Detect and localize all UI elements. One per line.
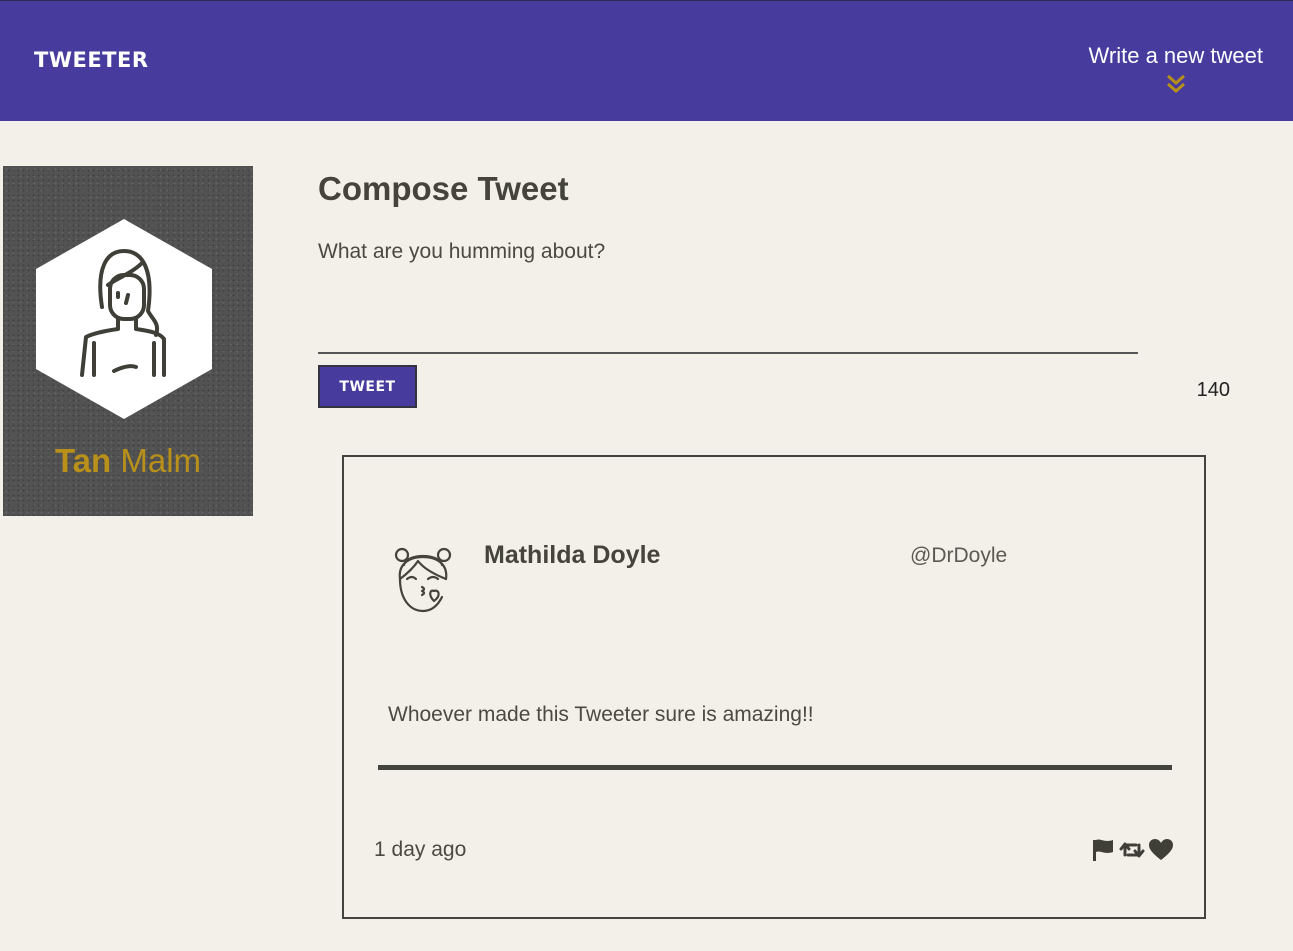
flag-icon[interactable] [1090,837,1116,863]
tweet-card: Mathilda Doyle @DrDoyle Whoever made thi… [342,455,1206,919]
profile-last-name: Malm [120,442,202,479]
profile-name: Tan Malm [3,442,253,480]
write-new-tweet-button[interactable]: Write a new tweet [1089,43,1263,95]
tweet-author-handle[interactable]: @DrDoyle [910,544,1007,568]
tweet-actions [1090,837,1174,863]
nav-bar: TWEETER Write a new tweet [0,0,1293,121]
user-avatar-icon [36,219,212,419]
write-new-tweet-label: Write a new tweet [1088,43,1263,68]
retweet-icon[interactable] [1119,837,1145,863]
brand-logo[interactable]: TWEETER [34,48,149,72]
tweet-content: Whoever made this Tweeter sure is amazin… [388,703,814,726]
tweet-text-input[interactable] [318,236,1138,354]
character-counter: 140 [1196,379,1230,401]
tweet-divider [378,765,1172,770]
profile-first-name: Tan [54,442,112,479]
profile-card: Tan Malm [3,166,253,516]
compose-title: Compose Tweet [318,170,569,207]
tweet-author-name[interactable]: Mathilda Doyle [484,541,660,570]
double-chevron-down-icon [1166,74,1185,93]
tweet-timestamp: 1 day ago [374,838,467,861]
kissing-face-avatar-icon [394,547,452,613]
tweet-submit-button[interactable]: TWEET [318,365,417,408]
heart-icon[interactable] [1148,837,1174,863]
